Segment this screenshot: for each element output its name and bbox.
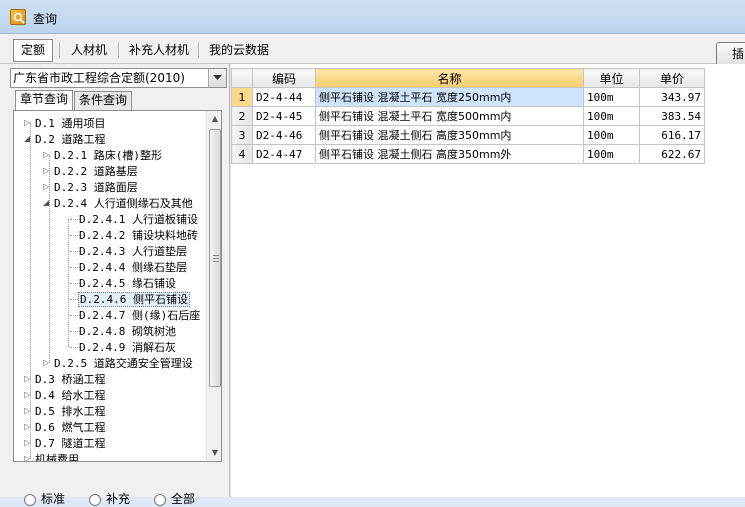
cell-price[interactable]: 622.67 (639, 144, 705, 164)
table-row[interactable]: 4 D2-4-47 侧平石铺设 混凝土侧石 高度350mm外 100m 622.… (231, 144, 705, 164)
tab-separator (198, 42, 199, 58)
collapse-icon[interactable]: ◢ (24, 131, 34, 147)
scroll-left-icon[interactable]: ◀ (14, 461, 30, 462)
cell-code[interactable]: D2-4-45 (252, 106, 316, 126)
cell-unit[interactable]: 100m (583, 87, 640, 107)
collapse-icon[interactable]: ◢ (43, 195, 53, 211)
tab-my-cloud-data[interactable]: 我的云数据 (201, 39, 278, 61)
expand-icon[interactable]: ▷ (24, 435, 34, 451)
radio-standard[interactable]: 标准 (24, 490, 65, 507)
column-header-row-number (231, 68, 253, 88)
tree-vertical-scrollbar[interactable]: ▲ ▼ (206, 111, 221, 461)
scroll-thumb[interactable] (209, 129, 221, 387)
column-header-name[interactable]: 名称 (315, 68, 584, 88)
tree-horizontal-scrollbar[interactable]: ◀ ▶ (14, 461, 222, 462)
cell-code[interactable]: D2-4-44 (252, 87, 316, 107)
toolbar: 定额 人材机 补充人材机 我的云数据 (0, 34, 745, 64)
title-bar: 查询 (0, 0, 745, 34)
cell-unit[interactable]: 100m (583, 106, 640, 126)
tree-guide (68, 219, 69, 347)
cell-name[interactable]: 侧平石铺设 混凝土侧石 高度350mm内 (315, 125, 584, 145)
tree-item[interactable]: ▷ D.3 桥涵工程 (24, 371, 107, 387)
chapter-panel: 广东省市政工程综合定额(2010) 章节查询 条件查询 ▷ D.1 通用项目 ◢ D… (0, 64, 230, 506)
expand-icon[interactable]: ▷ (24, 419, 34, 435)
row-number: 2 (231, 106, 253, 126)
expand-icon[interactable]: ▷ (43, 355, 53, 371)
quota-library-value: 广东省市政工程综合定额(2010) (13, 71, 185, 85)
quota-library-select[interactable]: 广东省市政工程综合定额(2010) (10, 68, 227, 88)
tree-item[interactable]: ▷ D.5 排水工程 (24, 403, 107, 419)
radio-all[interactable]: 全部 (154, 490, 195, 507)
cell-name[interactable]: 侧平石铺设 混凝土平石 宽度500mm内 (315, 106, 584, 126)
scroll-right-icon[interactable]: ▶ (190, 461, 206, 462)
row-number: 1 (231, 87, 253, 107)
cell-code[interactable]: D2-4-46 (252, 125, 316, 145)
tree-item[interactable]: ▷ D.2.5 道路交通安全管理设 (43, 355, 194, 371)
scroll-down-icon[interactable]: ▼ (207, 445, 221, 461)
tree-item[interactable]: D.2.4.4 侧缘石垫层 (78, 259, 188, 275)
tab-quota[interactable]: 定额 (13, 39, 54, 62)
cell-price[interactable]: 616.17 (639, 125, 705, 145)
tab-labor-material-machine[interactable]: 人材机 (63, 39, 116, 61)
chapter-tree[interactable]: ▷ D.1 通用项目 ◢ D.2 道路工程 ▷ D.2.1 路床(槽)整形 ▷ D.2.… (13, 110, 222, 462)
expand-icon[interactable]: ▷ (43, 179, 53, 195)
quota-grid-area: 编码 名称 单位 单价 1 D2-4-44 侧平石铺设 混凝土平石 宽度250m… (231, 64, 745, 497)
window-title: 查询 (33, 12, 58, 26)
tree-item[interactable]: D.2.4.8 砌筑树池 (78, 323, 177, 339)
row-number: 4 (231, 144, 253, 164)
cell-unit[interactable]: 100m (583, 144, 640, 164)
cell-price[interactable]: 383.54 (639, 106, 705, 126)
radio-supplementary[interactable]: 补充 (89, 490, 130, 507)
tab-condition-query[interactable]: 条件查询 (74, 91, 133, 110)
table-row[interactable]: 3 D2-4-46 侧平石铺设 混凝土侧石 高度350mm内 100m 616.… (231, 125, 705, 145)
insert-button[interactable]: 插 (716, 42, 745, 66)
tree-item[interactable]: ▷ D.2.1 路床(槽)整形 (43, 147, 163, 163)
expand-icon[interactable]: ▷ (43, 163, 53, 179)
tree-item[interactable]: D.2.4.7 侧(缘)石后座 (78, 307, 201, 323)
cell-code[interactable]: D2-4-47 (252, 144, 316, 164)
expand-icon[interactable]: ▷ (24, 387, 34, 403)
column-header-price[interactable]: 单价 (639, 68, 705, 88)
expand-icon[interactable]: ▷ (43, 147, 53, 163)
expand-icon[interactable]: ▷ (24, 115, 34, 131)
tree-item[interactable]: ◢ D.2 道路工程 (24, 131, 107, 147)
quota-table: 编码 名称 单位 单价 1 D2-4-44 侧平石铺设 混凝土平石 宽度250m… (231, 68, 705, 164)
tree-item[interactable]: ▷ D.7 隧道工程 (24, 435, 107, 451)
tree-item[interactable]: D.2.4.3 人行道垫层 (78, 243, 188, 259)
tree-item[interactable]: ▷ D.6 燃气工程 (24, 419, 107, 435)
tab-supplementary[interactable]: 补充人材机 (121, 39, 198, 61)
row-number: 3 (231, 125, 253, 145)
tree-item[interactable]: D.2.4.5 缘石铺设 (78, 275, 177, 291)
app-icon (10, 9, 26, 25)
tree-item[interactable]: D.2.4.1 人行道板铺设 (78, 211, 199, 227)
tree-item[interactable]: ◢ D.2.4 人行道侧缘石及其他 (43, 195, 194, 211)
cell-unit[interactable]: 100m (583, 125, 640, 145)
column-header-code[interactable]: 编码 (252, 68, 316, 88)
tree-item-selected[interactable]: D.2.4.6 侧平石铺设 (78, 291, 190, 307)
expand-icon[interactable]: ▷ (24, 371, 34, 387)
tab-chapter-query[interactable]: 章节查询 (15, 90, 74, 111)
tree-item[interactable]: ▷ D.4 给水工程 (24, 387, 107, 403)
table-row[interactable]: 1 D2-4-44 侧平石铺设 混凝土平石 宽度250mm内 100m 343.… (231, 87, 705, 107)
tree-item[interactable]: D.2.4.9 消解石灰 (78, 339, 177, 355)
table-header-row: 编码 名称 单位 单价 (231, 68, 705, 88)
table-row[interactable]: 2 D2-4-45 侧平石铺设 混凝土平石 宽度500mm内 100m 383.… (231, 106, 705, 126)
tree-item[interactable]: ▷ D.2.3 道路面层 (43, 179, 139, 195)
cell-name[interactable]: 侧平石铺设 混凝土侧石 高度350mm外 (315, 144, 584, 164)
cell-price[interactable]: 343.97 (639, 87, 705, 107)
cell-name[interactable]: 侧平石铺设 混凝土平石 宽度250mm内 (315, 87, 584, 107)
tree-item[interactable]: D.2.4.2 铺设块料地砖 (78, 227, 199, 243)
scroll-up-icon[interactable]: ▲ (207, 111, 221, 127)
tab-separator (59, 42, 60, 58)
tree-item[interactable]: ▷ D.1 通用项目 (24, 115, 107, 131)
column-header-unit[interactable]: 单位 (583, 68, 640, 88)
tree-item[interactable]: ▷ D.2.2 道路基层 (43, 163, 139, 179)
expand-icon[interactable]: ▷ (24, 403, 34, 419)
chevron-down-icon[interactable] (208, 69, 226, 87)
tab-separator (118, 42, 119, 58)
